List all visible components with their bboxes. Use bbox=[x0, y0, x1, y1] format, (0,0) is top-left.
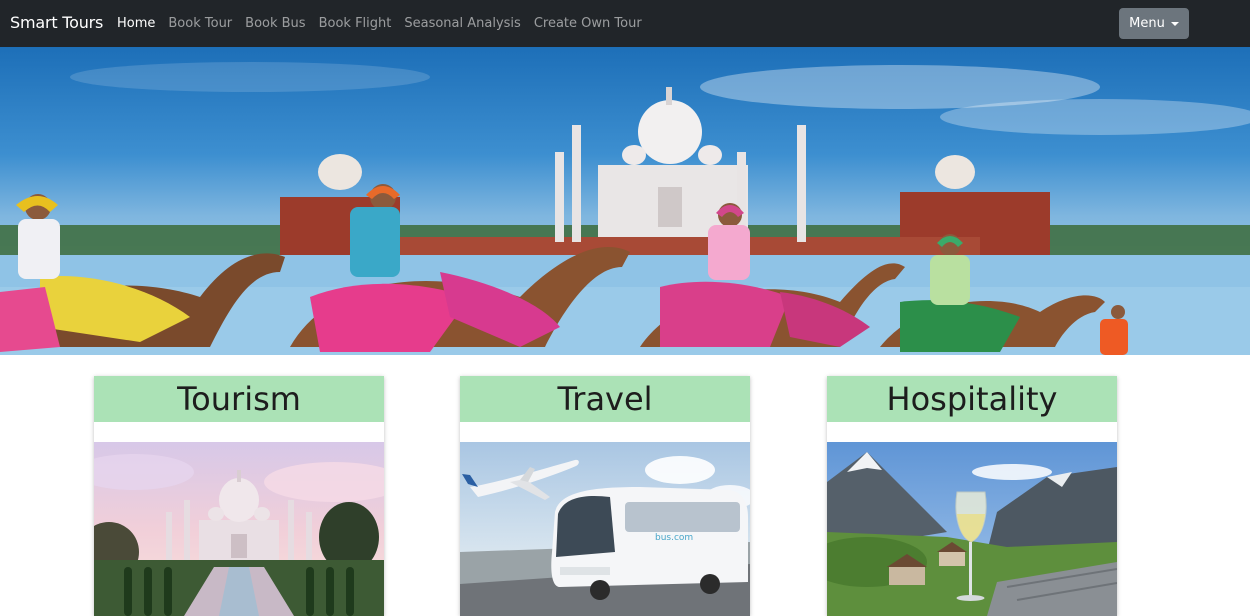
nav-link-book-tour[interactable]: Book Tour bbox=[168, 16, 232, 31]
card-title: Travel bbox=[460, 376, 750, 422]
card-tourism[interactable]: Tourism bbox=[94, 376, 384, 616]
svg-text:bus.com: bus.com bbox=[655, 533, 693, 543]
hero-taj-mahal-camels-image bbox=[0, 62, 1250, 355]
top-navbar: Smart Tours Home Book Tour Book Bus Book… bbox=[0, 0, 1250, 47]
menu-button-label: Menu bbox=[1129, 16, 1165, 31]
card-title: Hospitality bbox=[827, 376, 1117, 422]
nav-link-book-bus[interactable]: Book Bus bbox=[245, 16, 305, 31]
hero-banner bbox=[0, 47, 1250, 355]
taj-mahal-photo bbox=[94, 442, 384, 616]
nav-link-home[interactable]: Home bbox=[117, 16, 155, 31]
menu-dropdown-button[interactable]: Menu bbox=[1119, 8, 1189, 39]
brand-logo-link[interactable]: Smart Tours bbox=[10, 13, 103, 32]
nav-link-book-flight[interactable]: Book Flight bbox=[319, 16, 392, 31]
card-title: Tourism bbox=[94, 376, 384, 422]
nav-link-seasonal-analysis[interactable]: Seasonal Analysis bbox=[404, 16, 520, 31]
alpine-wine-photo bbox=[827, 442, 1117, 616]
nav-links: Home Book Tour Book Bus Book Flight Seas… bbox=[117, 16, 655, 31]
card-travel[interactable]: Travel bus.com bbox=[460, 376, 750, 616]
card-hospitality[interactable]: Hospitality bbox=[827, 376, 1117, 616]
plane-and-bus-photo: bus.com bbox=[460, 442, 750, 616]
nav-link-create-own-tour[interactable]: Create Own Tour bbox=[534, 16, 642, 31]
caret-down-icon bbox=[1170, 22, 1179, 26]
